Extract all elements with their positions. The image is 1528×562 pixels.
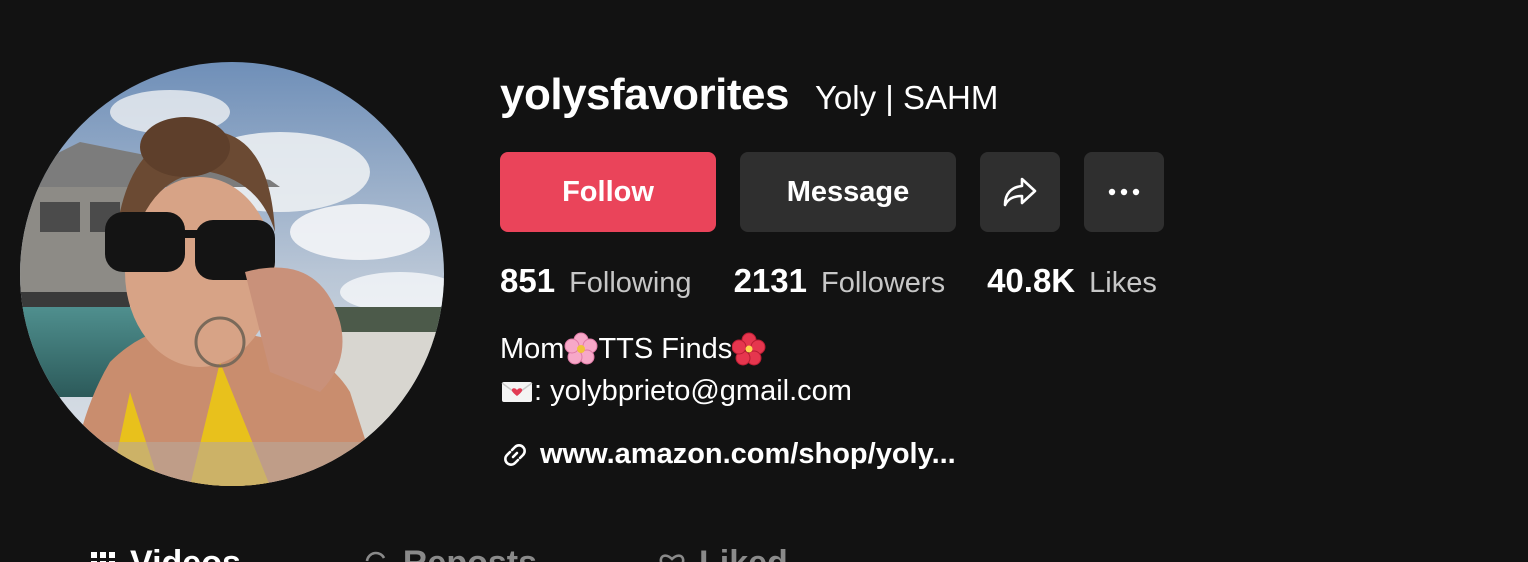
stat-following[interactable]: 851 Following bbox=[500, 262, 692, 300]
bio-text: TTS Finds bbox=[598, 333, 733, 365]
stat-label: Likes bbox=[1089, 267, 1157, 299]
tab-videos[interactable]: Videos bbox=[88, 544, 241, 562]
stat-followers[interactable]: 2131 Followers bbox=[734, 262, 946, 300]
stats-row: 851 Following 2131 Followers 40.8K Likes bbox=[500, 262, 1500, 302]
share-icon bbox=[1003, 177, 1037, 207]
stat-likes: 40.8K Likes bbox=[987, 262, 1157, 300]
stat-value: 851 bbox=[500, 262, 556, 299]
bio-text: Mom bbox=[500, 333, 565, 365]
stat-label: Followers bbox=[820, 267, 946, 299]
action-buttons: Follow Message bbox=[500, 152, 1500, 232]
message-button[interactable]: Message bbox=[740, 152, 956, 232]
profile-tabs: Videos Reposts Liked bbox=[88, 544, 908, 562]
profile-info: yolysfavorites Yoly | SAHM Follow Messag… bbox=[500, 70, 1500, 471]
more-icon bbox=[1108, 188, 1140, 196]
more-button[interactable] bbox=[1084, 152, 1164, 232]
title-row: yolysfavorites Yoly | SAHM bbox=[500, 70, 1500, 132]
stat-value: 2131 bbox=[733, 262, 807, 299]
tab-liked[interactable]: Liked bbox=[657, 544, 788, 562]
stat-label: Following bbox=[569, 267, 692, 299]
grid-icon bbox=[91, 551, 115, 562]
hibiscus-icon bbox=[732, 332, 766, 366]
repost-icon bbox=[365, 551, 386, 561]
stat-value: 40.8K bbox=[987, 262, 1076, 299]
link-icon bbox=[504, 443, 526, 466]
tab-label: Reposts bbox=[403, 544, 537, 562]
bio-line-1: Mom TTS Finds bbox=[500, 328, 1500, 370]
avatar-photo bbox=[20, 62, 444, 486]
bio-email: : yolybprieto@gmail.com bbox=[534, 375, 852, 407]
profile-link[interactable]: www.amazon.com/shop/yoly... bbox=[500, 438, 1500, 471]
nickname: Yoly | SAHM bbox=[814, 79, 999, 116]
bio: Mom TTS Finds: yolybprieto@gmail.com bbox=[500, 328, 1500, 412]
love-letter-icon bbox=[501, 382, 533, 402]
tab-reposts[interactable]: Reposts bbox=[361, 544, 537, 562]
bio-line-2: : yolybprieto@gmail.com bbox=[500, 370, 1500, 412]
heart-icon bbox=[659, 553, 685, 562]
follow-button[interactable]: Follow bbox=[500, 152, 716, 232]
profile-page: yolysfavorites Yoly | SAHM Follow Messag… bbox=[0, 0, 1528, 562]
cherry-blossom-icon bbox=[564, 332, 598, 365]
link-text: www.amazon.com/shop/yoly... bbox=[540, 438, 956, 470]
username: yolysfavorites bbox=[500, 70, 789, 119]
share-button[interactable] bbox=[980, 152, 1060, 232]
tab-label: Videos bbox=[130, 544, 241, 562]
avatar[interactable] bbox=[20, 62, 444, 486]
tab-label: Liked bbox=[699, 544, 788, 562]
